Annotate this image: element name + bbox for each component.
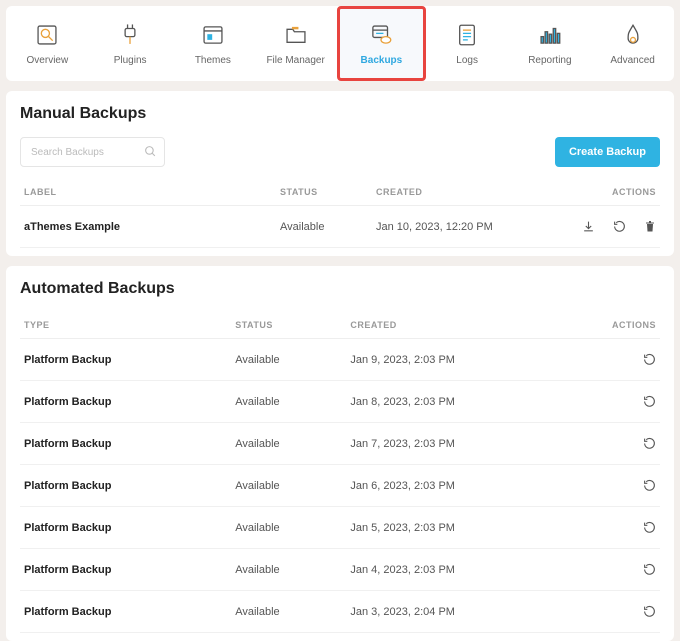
- manual-table: LABEL STATUS CREATED ACTIONS aThemes Exa…: [20, 179, 660, 248]
- row-status: Available: [231, 381, 346, 423]
- nav-label: Plugins: [114, 55, 147, 66]
- row-type: Platform Backup: [20, 339, 231, 381]
- restore-icon[interactable]: [613, 220, 626, 233]
- col-type: TYPE: [20, 312, 231, 339]
- nav-label: Themes: [195, 55, 231, 66]
- row-created: Jan 3, 2023, 2:04 PM: [346, 591, 583, 633]
- search-wrap: [20, 137, 165, 167]
- auto-table: TYPE STATUS CREATED ACTIONS Platform Bac…: [20, 312, 660, 633]
- row-actions: [587, 521, 656, 534]
- restore-icon[interactable]: [643, 437, 656, 450]
- restore-icon[interactable]: [643, 521, 656, 534]
- row-status: Available: [231, 465, 346, 507]
- row-actions: [587, 563, 656, 576]
- table-row: Platform BackupAvailableJan 9, 2023, 2:0…: [20, 339, 660, 381]
- col-status: STATUS: [231, 312, 346, 339]
- col-created: CREATED: [346, 312, 583, 339]
- nav-tab-plugins[interactable]: Plugins: [89, 6, 172, 81]
- col-created: CREATED: [372, 179, 564, 206]
- overview-icon: [34, 21, 60, 49]
- restore-icon[interactable]: [643, 395, 656, 408]
- nav-tab-logs[interactable]: Logs: [426, 6, 509, 81]
- col-actions: ACTIONS: [564, 179, 660, 206]
- nav-tab-reporting[interactable]: Reporting: [509, 6, 592, 81]
- nav-tab-file-manager[interactable]: File Manager: [254, 6, 337, 81]
- row-type: Platform Backup: [20, 591, 231, 633]
- row-actions: [587, 437, 656, 450]
- automated-backups-panel: Automated Backups TYPE STATUS CREATED AC…: [6, 266, 674, 641]
- row-status: Available: [276, 206, 372, 248]
- backups-icon: [368, 21, 394, 49]
- nav-label: File Manager: [266, 55, 324, 66]
- nav-tab-overview[interactable]: Overview: [6, 6, 89, 81]
- reporting-icon: [537, 21, 563, 49]
- trash-icon[interactable]: [644, 220, 656, 233]
- row-actions: [587, 479, 656, 492]
- table-row: aThemes ExampleAvailableJan 10, 2023, 12…: [20, 206, 660, 248]
- table-row: Platform BackupAvailableJan 6, 2023, 2:0…: [20, 465, 660, 507]
- row-type: Platform Backup: [20, 507, 231, 549]
- table-row: Platform BackupAvailableJan 8, 2023, 2:0…: [20, 381, 660, 423]
- row-actions: [587, 605, 656, 618]
- row-actions: [587, 395, 656, 408]
- table-row: Platform BackupAvailableJan 7, 2023, 2:0…: [20, 423, 660, 465]
- col-label: LABEL: [20, 179, 276, 206]
- restore-icon[interactable]: [643, 605, 656, 618]
- col-actions: ACTIONS: [583, 312, 660, 339]
- row-created: Jan 10, 2023, 12:20 PM: [372, 206, 564, 248]
- logs-icon: [454, 21, 480, 49]
- row-created: Jan 6, 2023, 2:03 PM: [346, 465, 583, 507]
- create-backup-button[interactable]: Create Backup: [555, 137, 660, 167]
- row-status: Available: [231, 339, 346, 381]
- plugins-icon: [117, 21, 143, 49]
- row-created: Jan 7, 2023, 2:03 PM: [346, 423, 583, 465]
- manual-backups-panel: Manual Backups Create Backup LABEL STATU…: [6, 91, 674, 256]
- row-actions: [568, 220, 656, 233]
- nav-label: Overview: [27, 55, 69, 66]
- table-row: Platform BackupAvailableJan 4, 2023, 2:0…: [20, 549, 660, 591]
- row-status: Available: [231, 591, 346, 633]
- nav-label: Advanced: [610, 55, 654, 66]
- nav-tab-advanced[interactable]: Advanced: [591, 6, 674, 81]
- nav-label: Logs: [456, 55, 478, 66]
- filemanager-icon: [283, 21, 309, 49]
- advanced-icon: [620, 21, 646, 49]
- table-row: Platform BackupAvailableJan 5, 2023, 2:0…: [20, 507, 660, 549]
- download-icon[interactable]: [582, 220, 595, 233]
- restore-icon[interactable]: [643, 563, 656, 576]
- row-created: Jan 5, 2023, 2:03 PM: [346, 507, 583, 549]
- col-status: STATUS: [276, 179, 372, 206]
- row-created: Jan 8, 2023, 2:03 PM: [346, 381, 583, 423]
- nav-label: Backups: [361, 55, 403, 66]
- automated-backups-title: Automated Backups: [20, 280, 660, 298]
- search-icon[interactable]: [144, 145, 157, 158]
- manual-toolbar: Create Backup: [20, 137, 660, 167]
- row-status: Available: [231, 507, 346, 549]
- row-created: Jan 4, 2023, 2:03 PM: [346, 549, 583, 591]
- row-type: Platform Backup: [20, 423, 231, 465]
- nav-label: Reporting: [528, 55, 571, 66]
- row-type: Platform Backup: [20, 549, 231, 591]
- row-status: Available: [231, 423, 346, 465]
- manual-backups-title: Manual Backups: [20, 105, 660, 123]
- restore-icon[interactable]: [643, 479, 656, 492]
- row-label: aThemes Example: [20, 206, 276, 248]
- row-actions: [587, 353, 656, 366]
- restore-icon[interactable]: [643, 353, 656, 366]
- row-status: Available: [231, 549, 346, 591]
- top-nav: Overview Plugins Themes File Manager Backups…: [6, 6, 674, 81]
- row-type: Platform Backup: [20, 381, 231, 423]
- table-row: Platform BackupAvailableJan 3, 2023, 2:0…: [20, 591, 660, 633]
- nav-tab-backups[interactable]: Backups: [337, 6, 426, 81]
- themes-icon: [200, 21, 226, 49]
- row-type: Platform Backup: [20, 465, 231, 507]
- nav-tab-themes[interactable]: Themes: [172, 6, 255, 81]
- row-created: Jan 9, 2023, 2:03 PM: [346, 339, 583, 381]
